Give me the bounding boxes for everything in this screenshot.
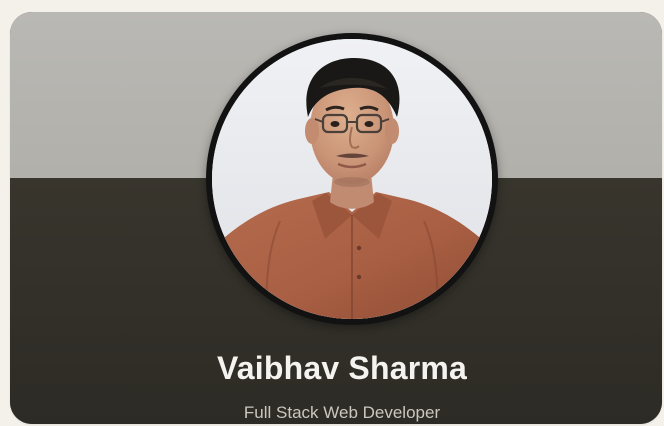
avatar-frame bbox=[206, 33, 498, 325]
avatar-photo bbox=[212, 39, 492, 319]
profile-name: Vaibhav Sharma bbox=[216, 350, 468, 386]
profile-page: Vaibhav Sharma Full Stack Web Developer bbox=[0, 0, 664, 426]
profile-card: Vaibhav Sharma Full Stack Web Developer bbox=[10, 12, 662, 424]
avatar bbox=[212, 39, 492, 319]
profile-title: Full Stack Web Developer bbox=[243, 403, 441, 422]
